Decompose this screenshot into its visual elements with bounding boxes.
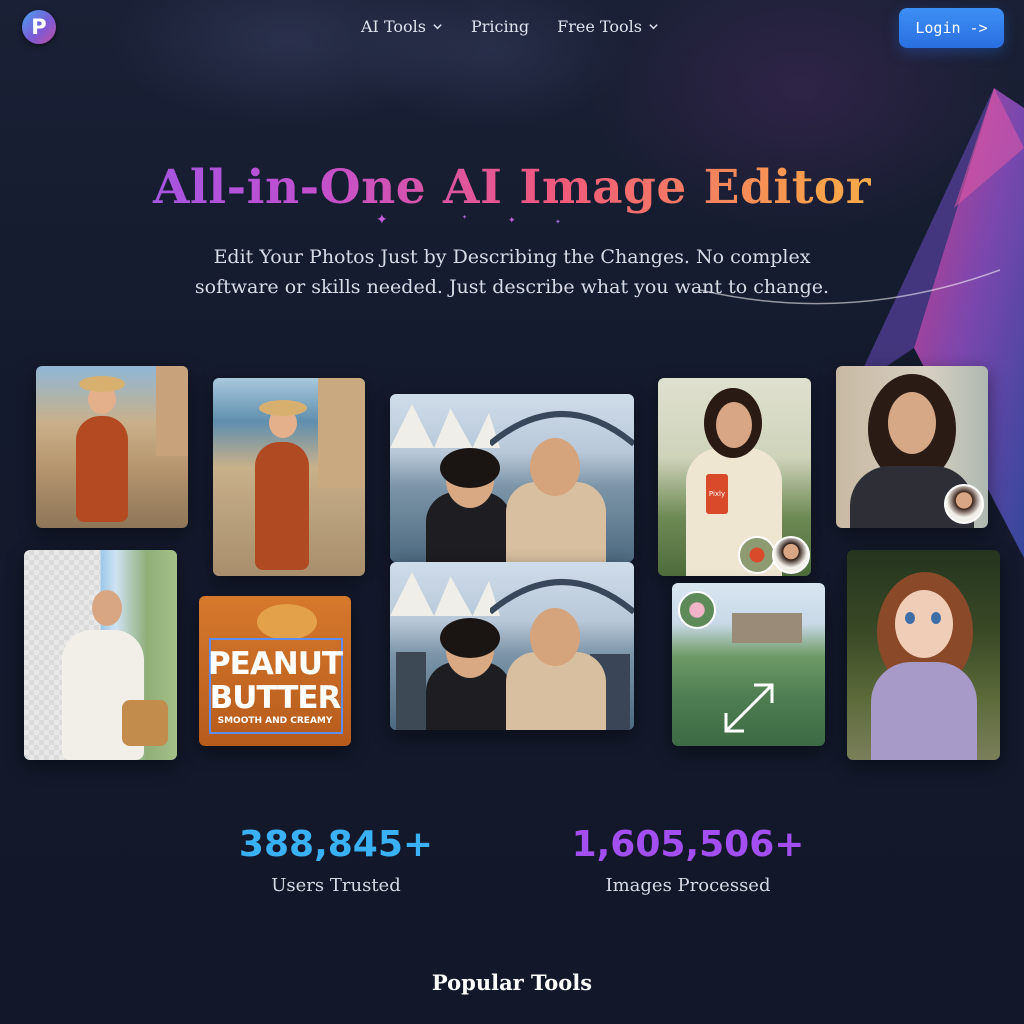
stat-images: 1,605,506+ Images Processed bbox=[568, 824, 808, 896]
nav-free-tools[interactable]: Free Tools bbox=[557, 17, 659, 36]
gallery-image-headshot[interactable] bbox=[836, 366, 988, 528]
logo-letter: P bbox=[31, 14, 47, 39]
nav-pricing-label: Pricing bbox=[470, 17, 530, 36]
gallery-image-couple-original[interactable] bbox=[390, 394, 634, 562]
gallery-image-background-removed[interactable] bbox=[24, 550, 177, 760]
sparkle-icon: ✦ bbox=[376, 212, 388, 228]
stat-images-label: Images Processed bbox=[605, 875, 771, 896]
input-thumbnail-person bbox=[772, 536, 810, 574]
gallery-image-beach-walk[interactable] bbox=[36, 366, 188, 528]
nav-ai-tools-label: AI Tools bbox=[361, 17, 426, 36]
stat-users-value: 388,845+ bbox=[238, 824, 434, 865]
nav-free-tools-label: Free Tools bbox=[557, 17, 642, 36]
product-can: Pixly bbox=[706, 474, 728, 514]
input-thumbnail-lotus bbox=[678, 591, 716, 629]
logo[interactable]: P bbox=[22, 10, 56, 44]
input-thumbnail-portrait bbox=[944, 484, 984, 524]
chevron-down-icon bbox=[649, 24, 658, 30]
expand-icon bbox=[724, 683, 774, 733]
gallery-image-upscale[interactable] bbox=[672, 583, 825, 746]
sparkle-icon: ✦ bbox=[555, 218, 561, 226]
gallery-image-couple-edited[interactable] bbox=[390, 562, 634, 730]
stat-users-label: Users Trusted bbox=[271, 875, 401, 896]
gallery-image-product-label[interactable]: PEANUT BUTTER SMOOTH AND CREAMY bbox=[199, 596, 351, 746]
nav-ai-tools[interactable]: AI Tools bbox=[361, 17, 443, 36]
product-label-line1: PEANUT bbox=[207, 646, 343, 682]
nav-pricing[interactable]: Pricing bbox=[471, 17, 529, 36]
stat-users: 388,845+ Users Trusted bbox=[226, 824, 446, 896]
hero-subtitle: Edit Your Photos Just by Describing the … bbox=[194, 246, 830, 298]
main-nav: AI Tools Pricing Free Tools bbox=[361, 17, 659, 36]
hero-title: All-in-One AI Image Editor bbox=[0, 160, 1024, 215]
gallery-image-product-placement[interactable]: Pixly bbox=[658, 378, 811, 576]
stat-images-value: 1,605,506+ bbox=[571, 824, 805, 865]
sparkle-icon: ✦ bbox=[462, 214, 468, 221]
popular-tools-heading: Popular Tools bbox=[431, 970, 593, 995]
login-button[interactable]: Login -> bbox=[899, 8, 1004, 48]
gallery-image-beach-walk-edited[interactable] bbox=[213, 378, 365, 576]
input-thumbnail-can bbox=[738, 536, 776, 574]
sparkle-icon: ✦ bbox=[508, 216, 516, 226]
product-label-line2: BUTTER bbox=[209, 680, 342, 716]
gallery-image-anime-style[interactable] bbox=[847, 550, 1000, 760]
chevron-down-icon bbox=[433, 24, 442, 30]
product-label-line3: SMOOTH AND CREAMY bbox=[217, 716, 333, 726]
